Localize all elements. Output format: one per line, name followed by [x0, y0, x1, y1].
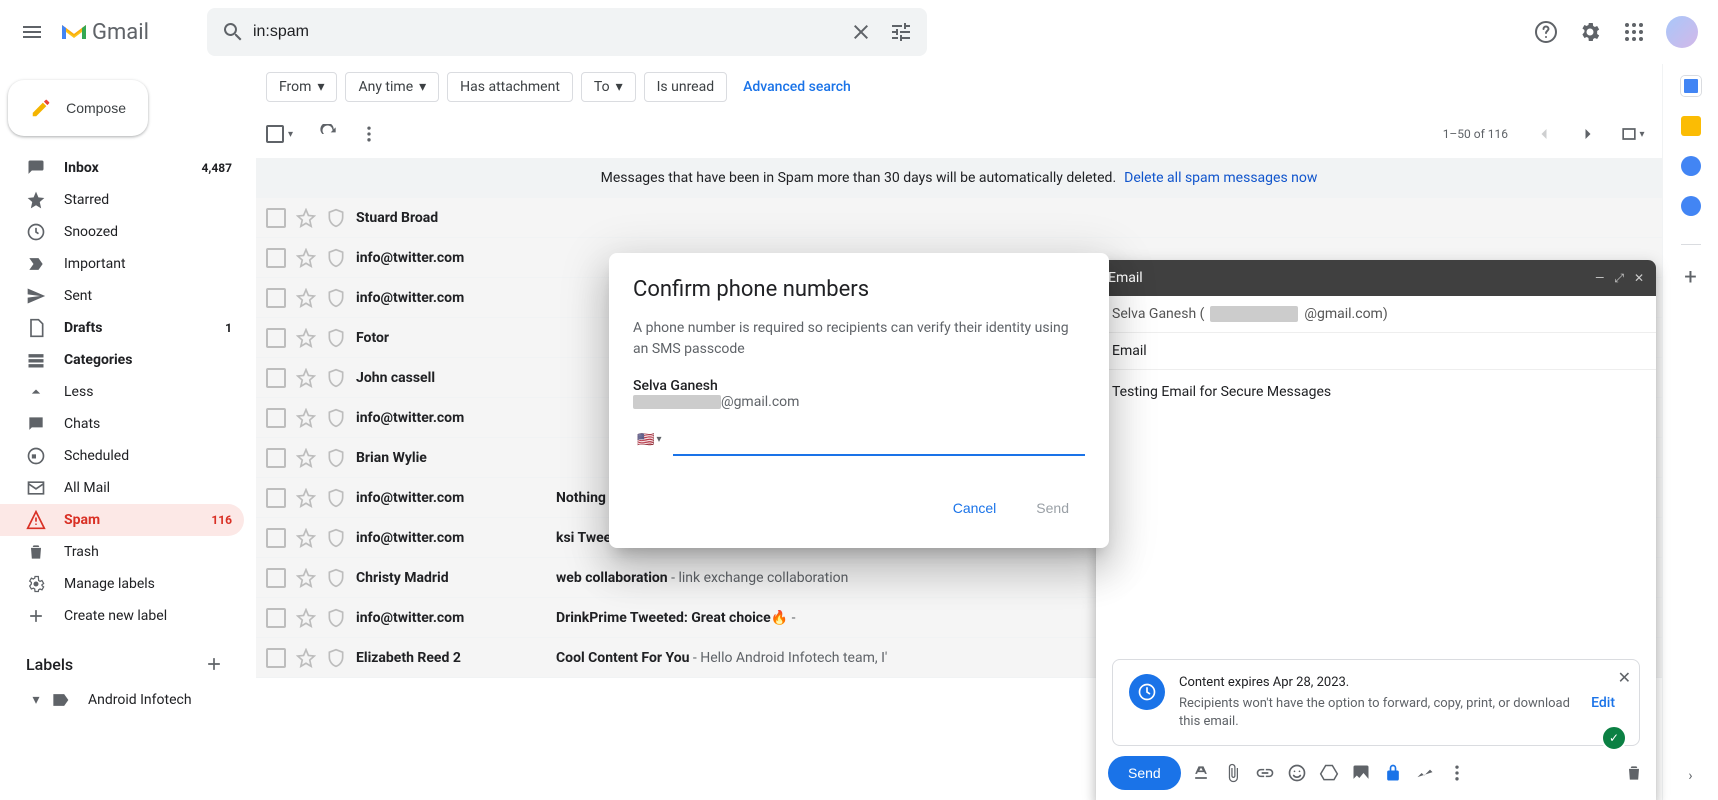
confirm-phone-modal: Confirm phone numbers A phone number is …	[609, 253, 1109, 548]
redacted-email-prefix	[633, 395, 721, 409]
modal-desc: A phone number is required so recipients…	[633, 318, 1085, 360]
country-code-picker[interactable]: 🇺🇸▾	[633, 426, 665, 454]
modal-backdrop: Confirm phone numbers A phone number is …	[0, 0, 1718, 800]
recipient-email: @gmail.com	[633, 394, 1085, 410]
modal-send-button[interactable]: Send	[1020, 492, 1085, 524]
phone-input[interactable]	[673, 424, 1085, 456]
cancel-button[interactable]: Cancel	[937, 492, 1013, 524]
modal-title: Confirm phone numbers	[633, 277, 1085, 302]
recipient-name: Selva Ganesh	[633, 378, 1085, 394]
